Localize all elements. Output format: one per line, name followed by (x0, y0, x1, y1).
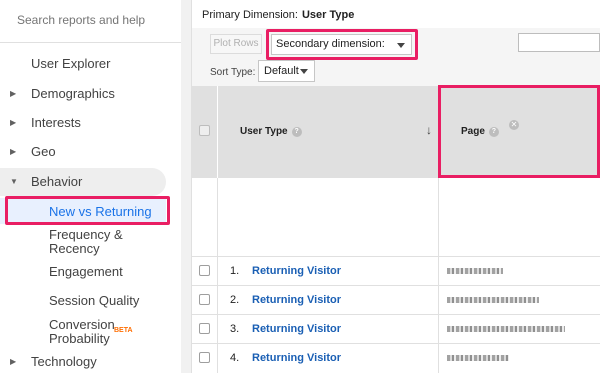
primary-dimension: Primary Dimension: User Type (202, 9, 354, 21)
user-type-link[interactable]: Returning Visitor (252, 265, 341, 277)
row-number: 3. (230, 323, 240, 335)
blurred-page-value (447, 297, 539, 303)
search-placeholder[interactable]: Search reports and help (17, 13, 145, 27)
sidebar-item-label: Probability (49, 331, 110, 346)
help-icon[interactable]: ? (291, 127, 302, 137)
page-column-highlight-box (438, 85, 600, 178)
sidebar-item-label: Demographics (31, 86, 115, 101)
blurred-page-value (447, 355, 509, 361)
behavior-highlight (0, 168, 166, 196)
row-checkbox[interactable] (199, 352, 210, 363)
search-box[interactable]: Search reports and help (0, 0, 181, 40)
row-number: 2. (230, 294, 240, 306)
sort-type-label: Sort Type: (210, 67, 256, 78)
table-row: 2. Returning Visitor (192, 285, 600, 314)
column-header-user-type[interactable]: User Type? (240, 126, 302, 137)
row-checkbox[interactable] (199, 323, 210, 334)
chevron-right-icon: ▶ (10, 147, 17, 156)
sort-type-value: Default (264, 65, 299, 77)
new-vs-returning-highlight-box (5, 196, 170, 225)
report-panel: Primary Dimension: User Type Plot Rows Se… (192, 0, 600, 373)
column-divider (438, 256, 439, 373)
sidebar-divider (0, 42, 181, 43)
row-checkbox[interactable] (199, 265, 210, 276)
column-divider (217, 86, 218, 178)
chevron-right-icon: ▶ (10, 357, 17, 366)
table-row: 4. Returning Visitor (192, 343, 600, 373)
sidebar-item-label: Geo (31, 144, 56, 159)
select-all-checkbox[interactable] (199, 125, 210, 136)
row-number: 4. (230, 352, 240, 364)
primary-dimension-label: Primary Dimension: (202, 9, 298, 21)
chevron-right-icon: ▶ (10, 89, 17, 98)
dropdown-caret-icon (300, 69, 308, 74)
sidebar-item-label: Interests (31, 115, 81, 130)
secondary-dimension-highlight-box (266, 29, 418, 60)
beta-badge: BETA (114, 327, 133, 334)
sidebar-item-label: Recency (49, 241, 100, 256)
sidebar-item-label: User Explorer (31, 56, 111, 71)
chevron-down-icon: ▼ (10, 177, 18, 186)
column-header-label: User Type (240, 126, 288, 137)
sidebar: Search reports and help User Explorer ▶ … (0, 0, 181, 373)
sidebar-item-label: Technology (31, 354, 97, 369)
user-type-link[interactable]: Returning Visitor (252, 323, 341, 335)
sidebar-scrollbar[interactable] (181, 0, 191, 373)
sidebar-item-label: Behavior (31, 174, 83, 189)
sidebar-item-label: Session Quality (49, 293, 140, 308)
sort-descending-icon[interactable]: ↓ (426, 123, 432, 137)
primary-dimension-value[interactable]: User Type (302, 9, 354, 21)
sort-type-dropdown[interactable]: Default (258, 60, 315, 82)
sidebar-item-label: Conversion (49, 317, 115, 332)
table-row: 3. Returning Visitor (192, 314, 600, 343)
row-number: 1. (230, 265, 240, 277)
column-divider (217, 256, 218, 373)
sidebar-item-label: Engagement (49, 264, 123, 279)
table-row: 1. Returning Visitor (192, 256, 600, 285)
blurred-page-value (447, 326, 565, 332)
blurred-page-value (447, 268, 503, 274)
user-type-link[interactable]: Returning Visitor (252, 294, 341, 306)
table-search-input[interactable] (518, 33, 600, 52)
sidebar-item-label: Frequency & (49, 227, 123, 242)
user-type-link[interactable]: Returning Visitor (252, 352, 341, 364)
totals-area (192, 178, 600, 256)
plot-rows-button[interactable]: Plot Rows (210, 34, 262, 54)
chevron-right-icon: ▶ (10, 118, 17, 127)
row-checkbox[interactable] (199, 294, 210, 305)
report-toolbar: Plot Rows Secondary dimension: Page Sort… (192, 28, 600, 86)
